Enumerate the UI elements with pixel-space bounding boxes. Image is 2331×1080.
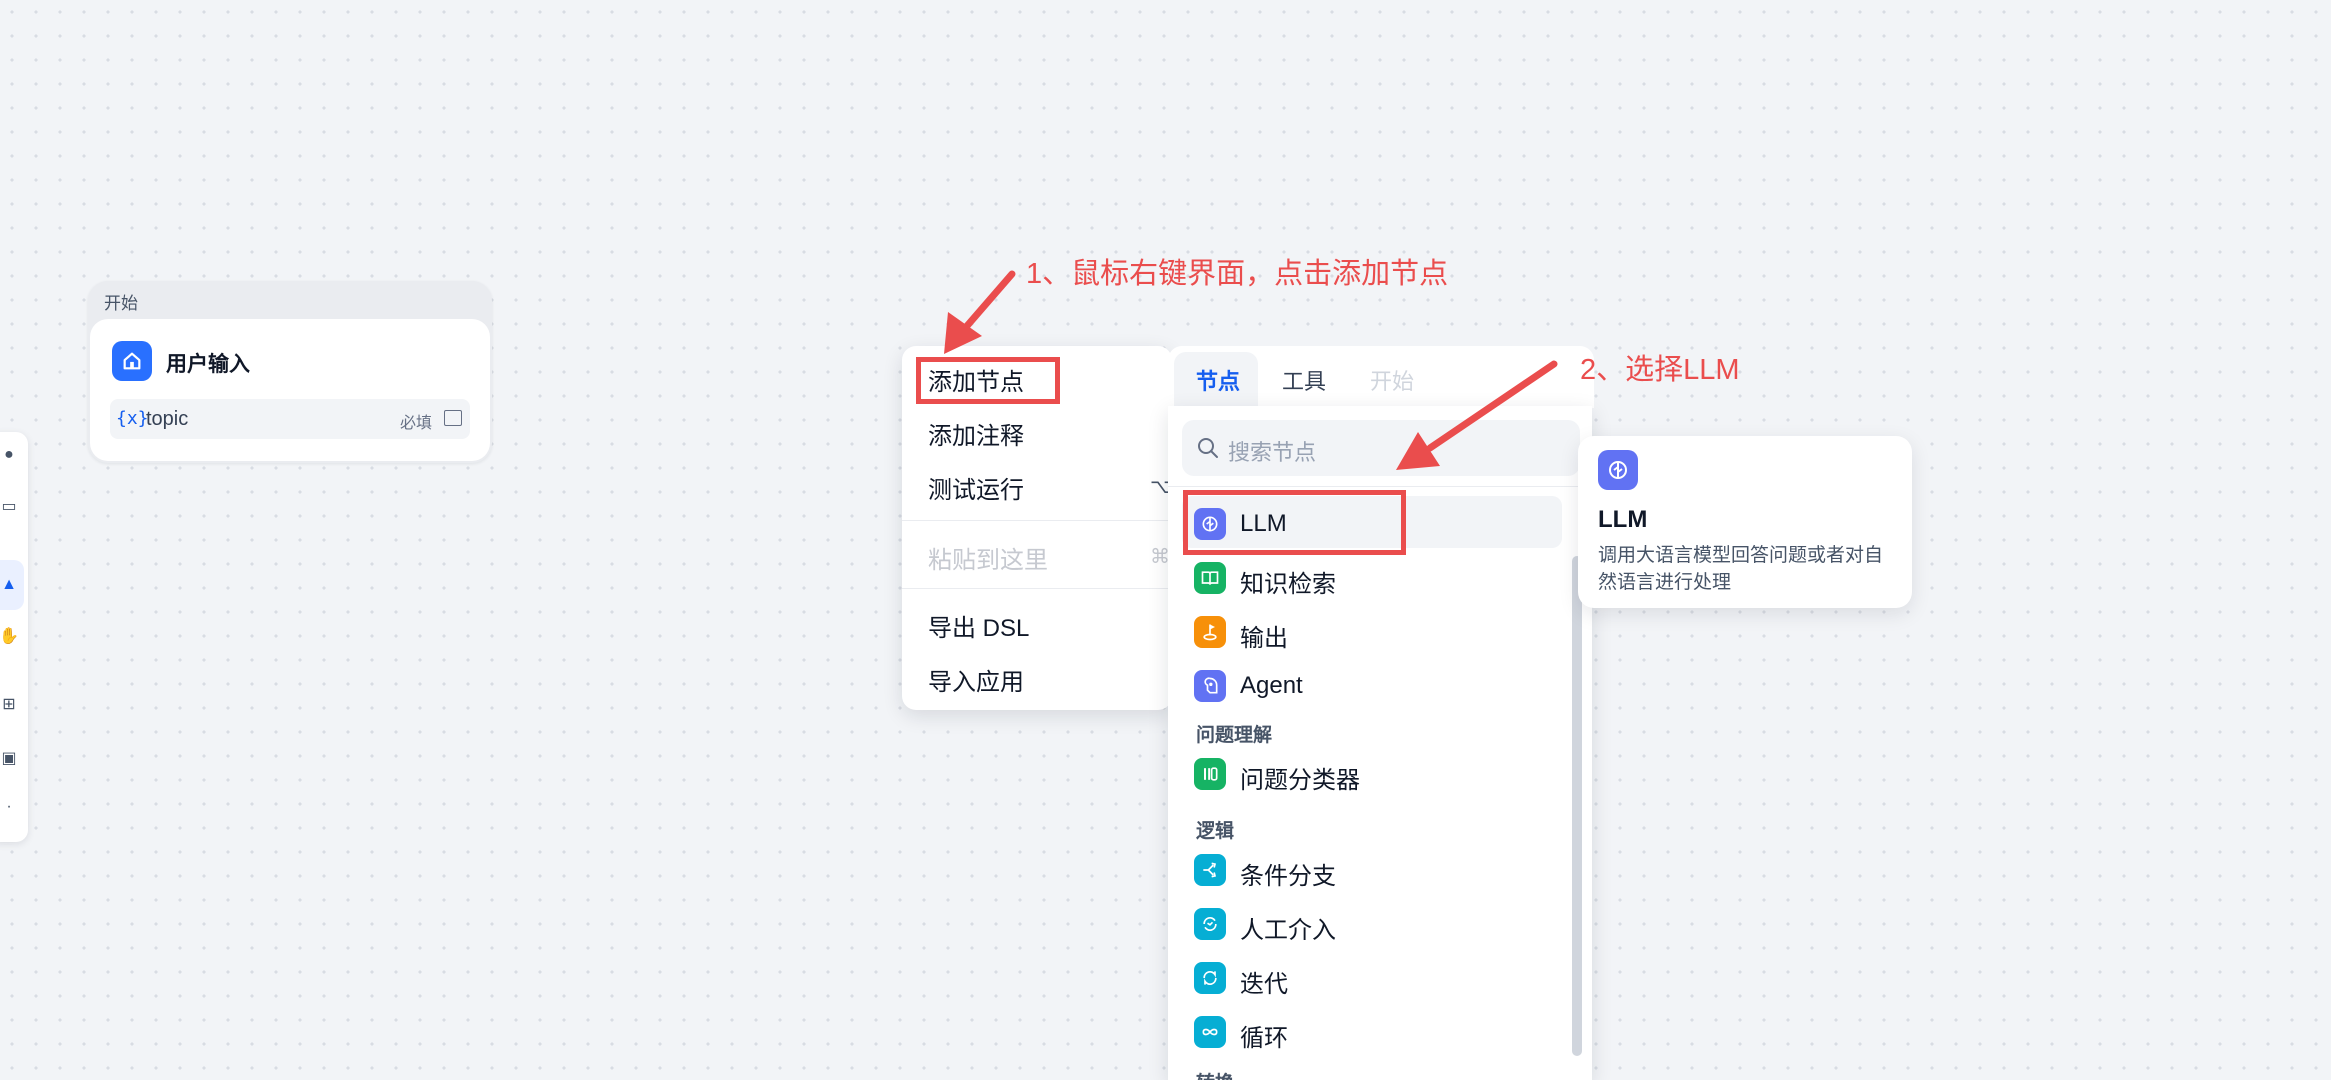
- node-label: 知识检索: [1240, 571, 1336, 598]
- node-label: 问题分类器: [1240, 767, 1360, 794]
- node-item-classifier[interactable]: 问题分类器: [1182, 746, 1562, 798]
- group-title-understanding: 问题理解: [1196, 725, 1273, 746]
- group-title-transform: 转换: [1196, 1068, 1234, 1080]
- agent-icon: [1194, 670, 1226, 702]
- menu-item-import-app[interactable]: 导入应用: [928, 662, 1024, 697]
- cursor-icon[interactable]: ●: [0, 444, 20, 466]
- menu-item-export-dsl[interactable]: 导出 DSL: [928, 608, 1029, 643]
- classifier-icon: [1194, 758, 1226, 790]
- scrollbar[interactable]: [1572, 556, 1582, 1056]
- annotation-step1: 1、鼠标右键界面，点击添加节点: [1026, 258, 1449, 290]
- brain-icon: [1598, 450, 1638, 490]
- variable-icon: {x}: [116, 408, 149, 429]
- menu-item-add-note[interactable]: 添加注释: [928, 416, 1024, 451]
- loop-icon: [1194, 1016, 1226, 1048]
- list-divider: [1168, 486, 1592, 487]
- node-picker-tabs: 节点 工具 开始: [1168, 346, 1594, 408]
- menu-divider: [902, 520, 1172, 521]
- home-icon: [112, 341, 152, 381]
- node-label: 输出: [1240, 625, 1288, 652]
- tooltip-title: LLM: [1598, 506, 1648, 533]
- search-icon: [1198, 438, 1218, 458]
- human-icon: [1194, 908, 1226, 940]
- branch-icon: [1194, 854, 1226, 886]
- node-item-human[interactable]: 人工介入: [1182, 896, 1562, 948]
- tab-nodes[interactable]: 节点: [1196, 364, 1240, 396]
- comment-icon[interactable]: ▭: [0, 496, 20, 518]
- node-tooltip: LLM 调用大语言模型回答问题或者对自然语言进行处理: [1578, 436, 1912, 608]
- layout-icon[interactable]: ⊞: [0, 694, 20, 716]
- node-label: 迭代: [1240, 971, 1288, 998]
- tab-tools[interactable]: 工具: [1282, 364, 1326, 396]
- node-item-condition[interactable]: 条件分支: [1182, 842, 1562, 894]
- node-item-loop[interactable]: 循环: [1182, 1004, 1562, 1056]
- highlight-box-add-node: [916, 357, 1060, 404]
- node-label: 循环: [1240, 1025, 1288, 1052]
- iteration-icon: [1194, 962, 1226, 994]
- menu-divider: [902, 588, 1172, 589]
- hand-icon[interactable]: ✋: [0, 626, 20, 648]
- book-icon: [1194, 562, 1226, 594]
- menu-item-test-run[interactable]: 测试运行: [928, 470, 1024, 505]
- node-label: 人工介入: [1240, 917, 1336, 944]
- canvas-toolbar: ● ▭ ▲ ✋ ⊞ ▣ ·: [0, 432, 28, 842]
- start-node-card[interactable]: 用户输入 {x} topic 必填: [90, 319, 490, 461]
- group-title-logic: 逻辑: [1196, 821, 1235, 842]
- menu-item-paste-here[interactable]: 粘贴到这里: [928, 540, 1048, 575]
- search-placeholder: 搜索节点: [1228, 440, 1317, 465]
- search-input[interactable]: 搜索节点: [1182, 420, 1580, 476]
- tab-start[interactable]: 开始: [1370, 364, 1414, 396]
- more-icon[interactable]: ·: [0, 796, 20, 818]
- node-item-knowledge[interactable]: 知识检索: [1182, 550, 1562, 602]
- start-node[interactable]: 开始 用户输入 {x} topic 必填: [88, 281, 492, 463]
- node-item-agent[interactable]: Agent: [1182, 658, 1562, 710]
- start-node-title: 用户输入: [166, 353, 250, 376]
- node-label: Agent: [1240, 672, 1303, 699]
- node-item-iteration[interactable]: 迭代: [1182, 950, 1562, 1002]
- text-type-icon: [444, 410, 462, 426]
- tooltip-description: 调用大语言模型回答问题或者对自然语言进行处理: [1598, 545, 1884, 593]
- export-image-icon[interactable]: ▣: [0, 748, 20, 770]
- variable-name: topic: [146, 408, 189, 430]
- node-label: 条件分支: [1240, 863, 1336, 890]
- highlight-box-llm: [1183, 490, 1406, 555]
- flag-icon: [1194, 616, 1226, 648]
- required-badge: 必填: [400, 415, 433, 432]
- annotation-step2: 2、选择LLM: [1580, 354, 1740, 386]
- pointer-icon[interactable]: ▲: [0, 574, 20, 596]
- node-item-output[interactable]: 输出: [1182, 604, 1562, 656]
- variable-row[interactable]: {x} topic 必填: [110, 399, 470, 439]
- arrow-step1: [944, 270, 1016, 354]
- start-node-header: 开始: [104, 294, 138, 313]
- paste-shortcut: ⌘: [1150, 546, 1170, 568]
